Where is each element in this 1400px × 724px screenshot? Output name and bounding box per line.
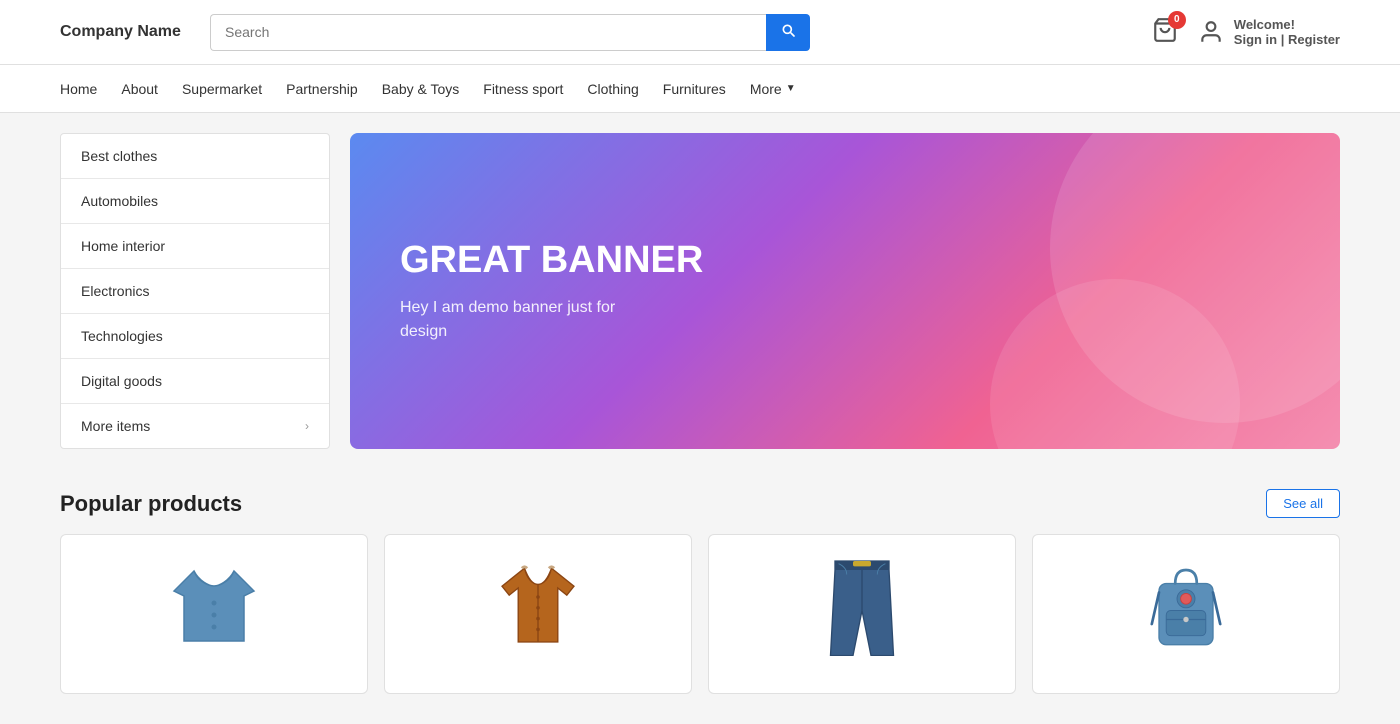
header: Company Name 0 Welcome! Sign in | <box>0 0 1400 65</box>
user-section[interactable]: Welcome! Sign in | Register <box>1198 17 1340 47</box>
sidebar-item-more-items[interactable]: More items › <box>61 404 329 448</box>
banner-title: GREAT BANNER <box>400 239 1290 282</box>
sidebar-item-digital-goods[interactable]: Digital goods <box>61 359 329 404</box>
sidebar: Best clothes Automobiles Home interior E… <box>60 133 330 449</box>
product-card-shirt[interactable] <box>60 534 368 694</box>
search-input[interactable] <box>210 14 766 51</box>
sidebar-item-label: Electronics <box>81 283 149 299</box>
hero-banner: GREAT BANNER Hey I am demo banner just f… <box>350 133 1340 449</box>
nav-item-baby[interactable]: Baby & Toys <box>382 77 460 101</box>
nav-more-dropdown[interactable]: More ▼ <box>750 81 796 97</box>
product-image-shirt <box>154 551 274 661</box>
sidebar-item-best-clothes[interactable]: Best clothes <box>61 134 329 179</box>
popular-header: Popular products See all <box>60 489 1340 518</box>
arrow-icon: › <box>305 419 309 433</box>
banner-subtitle: Hey I am demo banner just for design <box>400 296 660 344</box>
sidebar-item-automobiles[interactable]: Automobiles <box>61 179 329 224</box>
search-button[interactable] <box>766 14 810 51</box>
chevron-down-icon: ▼ <box>786 83 796 94</box>
nav-item-supermarket[interactable]: Supermarket <box>182 77 262 101</box>
sidebar-item-electronics[interactable]: Electronics <box>61 269 329 314</box>
welcome-label: Welcome! <box>1234 17 1340 32</box>
sidebar-item-label: Best clothes <box>81 148 157 164</box>
nav-item-home[interactable]: Home <box>60 77 97 101</box>
product-image-jacket <box>478 551 598 661</box>
user-icon <box>1198 19 1224 45</box>
product-image-bag <box>1126 551 1246 661</box>
search-bar <box>210 14 810 51</box>
sidebar-item-label: More items <box>81 418 150 434</box>
sidebar-item-label: Automobiles <box>81 193 158 209</box>
search-icon <box>780 22 796 38</box>
main-content: Best clothes Automobiles Home interior E… <box>0 113 1400 469</box>
nav-item-furnitures[interactable]: Furnitures <box>663 77 726 101</box>
sidebar-item-label: Digital goods <box>81 373 162 389</box>
see-all-button[interactable]: See all <box>1266 489 1340 518</box>
user-text: Welcome! Sign in | Register <box>1234 17 1340 47</box>
sidebar-item-technologies[interactable]: Technologies <box>61 314 329 359</box>
sidebar-item-home-interior[interactable]: Home interior <box>61 224 329 269</box>
product-card-bag[interactable] <box>1032 534 1340 694</box>
nav-item-about[interactable]: About <box>121 77 158 101</box>
logo: Company Name <box>60 23 190 41</box>
cart-icon-wrap[interactable]: 0 <box>1152 17 1178 48</box>
sidebar-item-label: Technologies <box>81 328 163 344</box>
product-card-jeans[interactable] <box>708 534 1016 694</box>
product-card-jacket[interactable] <box>384 534 692 694</box>
popular-products-section: Popular products See all <box>0 469 1400 724</box>
nav-item-clothing[interactable]: Clothing <box>587 77 638 101</box>
nav-item-fitness[interactable]: Fitness sport <box>483 77 563 101</box>
nav-item-partnership[interactable]: Partnership <box>286 77 358 101</box>
navigation: Home About Supermarket Partnership Baby … <box>0 65 1400 113</box>
products-grid <box>60 534 1340 694</box>
nav-more-label: More <box>750 81 782 97</box>
cart-badge: 0 <box>1168 11 1186 29</box>
popular-products-title: Popular products <box>60 491 242 517</box>
header-right: 0 Welcome! Sign in | Register <box>1152 17 1340 48</box>
sign-in-label: Sign in | Register <box>1234 32 1340 47</box>
product-image-jeans <box>802 551 922 661</box>
sidebar-item-label: Home interior <box>81 238 165 254</box>
